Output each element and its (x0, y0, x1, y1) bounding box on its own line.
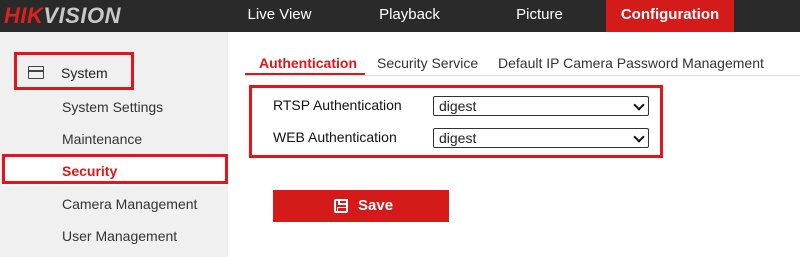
rtsp-auth-label: RTSP Authentication (273, 97, 402, 113)
nav-configuration[interactable]: Configuration (606, 0, 734, 32)
web-auth-select[interactable]: digest (433, 128, 649, 148)
sidebar-item-camera-management[interactable]: Camera Management (62, 196, 197, 212)
floppy-disk-icon (334, 199, 348, 213)
sidebar-item-maintenance[interactable]: Maintenance (62, 131, 142, 147)
sidebar-item-system-settings[interactable]: System Settings (62, 99, 163, 115)
rtsp-auth-select[interactable]: digest (433, 96, 649, 116)
save-button[interactable]: Save (273, 190, 449, 222)
chevron-down-icon (633, 99, 645, 111)
hikvision-logo: HIKVISION (4, 3, 121, 28)
sidebar: System System Settings Maintenance Secur… (0, 32, 228, 257)
nav-live-view[interactable]: Live View (232, 0, 327, 32)
sidebar-item-user-management[interactable]: User Management (62, 228, 177, 244)
top-nav-bar: HIKVISION Live View Playback Picture Con… (0, 0, 800, 32)
sidebar-group-system[interactable]: System (14, 54, 132, 92)
web-auth-value: digest (439, 130, 477, 146)
sidebar-group-label: System (61, 65, 108, 81)
sidebar-item-security[interactable]: Security (62, 163, 117, 179)
nav-playback[interactable]: Playback (362, 0, 457, 32)
web-auth-label: WEB Authentication (273, 129, 397, 145)
system-window-icon (28, 66, 44, 79)
tab-security-service[interactable]: Security Service (377, 55, 478, 71)
rtsp-auth-value: digest (439, 98, 477, 114)
chevron-down-icon (633, 131, 645, 143)
active-tab-underline (245, 73, 365, 75)
nav-picture[interactable]: Picture (492, 0, 587, 32)
tab-divider (245, 75, 800, 76)
tab-default-ip-camera-password[interactable]: Default IP Camera Password Management (498, 55, 764, 71)
tab-authentication[interactable]: Authentication (259, 55, 357, 71)
save-button-label: Save (358, 197, 394, 214)
